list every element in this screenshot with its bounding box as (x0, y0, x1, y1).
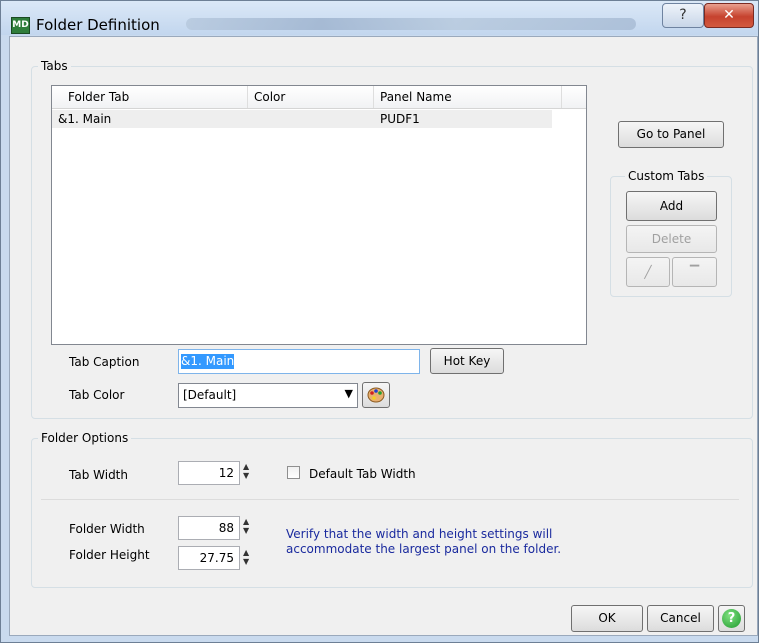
table-row[interactable]: &1. Main PUDF1 (52, 110, 552, 128)
tab-color-value: [Default] (183, 388, 237, 402)
column-folder-tab[interactable]: Folder Tab (62, 86, 248, 108)
folder-width-spinner[interactable]: ▲ ▼ (243, 517, 253, 535)
default-tab-width-checkbox[interactable] (287, 466, 300, 479)
cell-folder-tab: &1. Main (58, 112, 112, 126)
window-title: Folder Definition (36, 16, 160, 34)
folder-definition-window: MD Folder Definition ? ✕ Tabs Folder Tab… (0, 0, 759, 643)
blurred-title-info (186, 18, 636, 30)
tab-color-select[interactable]: [Default] ▼ (178, 383, 358, 408)
dropdown-arrow-icon: ▼ (344, 387, 353, 400)
options-divider (41, 499, 739, 500)
move-down-button[interactable]: ▔ (672, 257, 717, 287)
go-to-panel-button[interactable]: Go to Panel (618, 121, 724, 148)
folder-height-spinner[interactable]: ▲ ▼ (243, 548, 253, 566)
close-button[interactable]: ✕ (704, 3, 754, 28)
app-icon: MD (11, 17, 30, 34)
help-icon: ? (722, 609, 741, 628)
move-up-icon: ╱ (644, 265, 652, 279)
close-icon: ✕ (723, 7, 735, 23)
hot-key-button[interactable]: Hot Key (430, 348, 504, 374)
folder-height-label: Folder Height (69, 548, 150, 562)
tab-caption-label: Tab Caption (69, 355, 140, 369)
folder-width-input[interactable]: 88 (178, 516, 240, 540)
delete-tab-button[interactable]: Delete (626, 225, 717, 253)
move-down-icon: ▔ (689, 265, 700, 279)
move-up-button[interactable]: ╱ (626, 257, 670, 287)
column-panel-name[interactable]: Panel Name (374, 86, 562, 108)
spin-down-icon[interactable]: ▼ (243, 526, 253, 535)
tabs-legend: Tabs (41, 59, 68, 73)
custom-tabs-legend: Custom Tabs (628, 169, 705, 183)
tab-caption-value: &1. Main (181, 354, 235, 369)
spin-down-icon[interactable]: ▼ (243, 471, 253, 480)
tab-color-label: Tab Color (69, 388, 125, 402)
folder-options-group: Folder Options (31, 431, 753, 588)
cell-panel-name: PUDF1 (380, 112, 420, 126)
title-bar[interactable]: MD Folder Definition ? ✕ (1, 1, 758, 35)
tabs-list-header: Folder Tab Color Panel Name (52, 86, 586, 109)
spin-up-icon[interactable]: ▲ (243, 517, 253, 526)
ok-button[interactable]: OK (571, 605, 643, 632)
help-button[interactable]: ? (718, 605, 745, 632)
add-tab-button[interactable]: Add (626, 191, 717, 221)
cancel-button[interactable]: Cancel (647, 605, 714, 632)
folder-height-input[interactable]: 27.75 (178, 546, 240, 570)
size-note-line2: accommodate the largest panel on the fol… (286, 542, 562, 556)
folder-options-legend: Folder Options (41, 431, 129, 445)
column-color[interactable]: Color (248, 86, 374, 108)
tabs-list[interactable]: Folder Tab Color Panel Name &1. Main PUD… (51, 85, 587, 345)
palette-icon (367, 387, 385, 403)
tab-width-input[interactable]: 12 (178, 461, 240, 485)
size-note-line1: Verify that the width and height setting… (286, 527, 553, 541)
tab-width-spinner[interactable]: ▲ ▼ (243, 462, 253, 480)
help-title-button[interactable]: ? (662, 3, 704, 28)
question-icon: ? (679, 7, 687, 23)
default-tab-width-label: Default Tab Width (309, 467, 416, 481)
folder-width-label: Folder Width (69, 522, 145, 536)
size-note: Verify that the width and height setting… (286, 527, 561, 557)
spin-up-icon[interactable]: ▲ (243, 548, 253, 557)
tab-width-label: Tab Width (69, 468, 128, 482)
color-picker-button[interactable] (362, 382, 390, 408)
tab-caption-input[interactable]: &1. Main (178, 349, 420, 374)
spin-up-icon[interactable]: ▲ (243, 462, 253, 471)
spin-down-icon[interactable]: ▼ (243, 557, 253, 566)
